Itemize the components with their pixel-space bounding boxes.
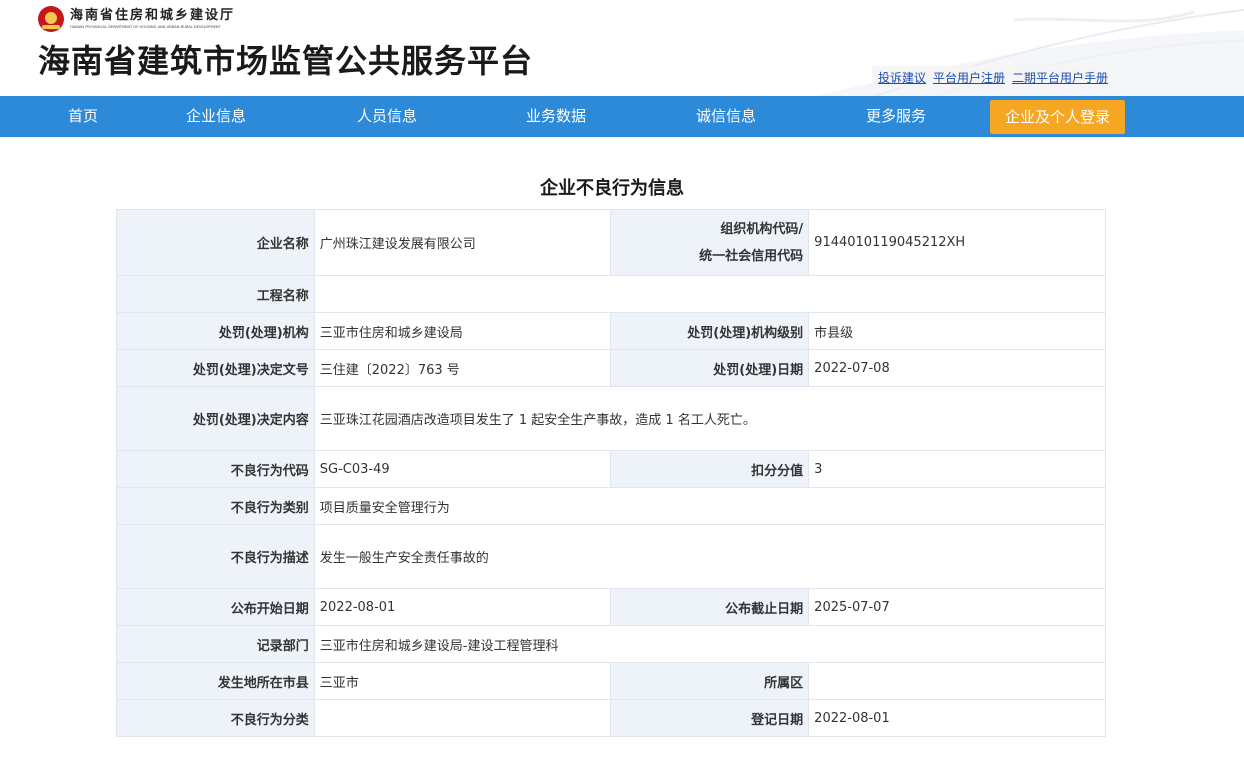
deduction-value: 3	[808, 450, 1106, 488]
district-value	[808, 662, 1106, 700]
decision-no-value: 三住建〔2022〕763 号	[313, 349, 612, 387]
department-brand: 海南省住房和城乡建设厅 HAINAN PROVINCIAL DEPARTMENT…	[38, 6, 238, 32]
top-links: 投诉建议 平台用户注册 二期平台用户手册	[872, 66, 1115, 88]
nav-home[interactable]: 首页	[52, 96, 114, 137]
decision-no-label: 处罚(处理)决定文号	[116, 349, 315, 387]
city-label: 发生地所在市县	[116, 662, 315, 700]
register-date-label: 登记日期	[610, 699, 810, 737]
record-dept-value: 三亚市住房和城乡建设局-建设工程管理科	[313, 625, 1107, 663]
behavior-category-value: 项目质量安全管理行为	[313, 487, 1107, 525]
behavior-category-label: 不良行为类别	[116, 487, 315, 525]
manual-link[interactable]: 二期平台用户手册	[1012, 69, 1108, 86]
company-name-value: 广州珠江建设发展有限公司	[313, 209, 612, 276]
table-row: 记录部门 三亚市住房和城乡建设局-建设工程管理科	[116, 625, 1107, 663]
district-label: 所属区	[610, 662, 810, 700]
table-row: 不良行为类别 项目质量安全管理行为	[116, 487, 1107, 525]
project-name-value	[313, 275, 1107, 313]
nav-more[interactable]: 更多服务	[856, 96, 936, 137]
register-date-value: 2022-08-01	[808, 699, 1106, 737]
table-row: 处罚(处理)决定内容 三亚珠江花园酒店改造项目发生了 1 起安全生产事故，造成 …	[116, 386, 1107, 451]
table-row: 处罚(处理)机构 三亚市住房和城乡建设局 处罚(处理)机构级别 市县级	[116, 312, 1106, 350]
national-emblem-icon	[38, 6, 64, 32]
decision-content-label: 处罚(处理)决定内容	[116, 386, 315, 451]
page-title: 企业不良行为信息	[540, 178, 684, 199]
penalty-date-value: 2022-07-08	[808, 349, 1106, 387]
org-code-label-line2: 统一社会信用代码	[699, 248, 804, 264]
table-row: 不良行为分类 登记日期 2022-08-01	[116, 699, 1106, 737]
org-code-label-line1: 组织机构代码/	[720, 221, 804, 237]
publish-start-value: 2022-08-01	[313, 588, 612, 626]
decision-content-value: 三亚珠江花园酒店改造项目发生了 1 起安全生产事故，造成 1 名工人死亡。	[313, 386, 1107, 451]
table-row: 工程名称	[116, 275, 1107, 313]
register-link[interactable]: 平台用户注册	[933, 69, 1005, 86]
nav-credit[interactable]: 诚信信息	[686, 96, 766, 137]
site-header: 海南省住房和城乡建设厅 HAINAN PROVINCIAL DEPARTMENT…	[0, 0, 1244, 96]
table-row: 企业名称 广州珠江建设发展有限公司 组织机构代码/ 统一社会信用代码 91440…	[116, 209, 1106, 276]
org-code-label: 组织机构代码/ 统一社会信用代码	[610, 209, 810, 276]
penalty-org-level-label: 处罚(处理)机构级别	[610, 312, 810, 350]
penalty-org-level-value: 市县级	[808, 312, 1106, 350]
nav-business-data[interactable]: 业务数据	[516, 96, 596, 137]
bad-behavior-table: 企业名称 广州珠江建设发展有限公司 组织机构代码/ 统一社会信用代码 91440…	[116, 209, 1107, 737]
record-dept-label: 记录部门	[116, 625, 315, 663]
behavior-desc-label: 不良行为描述	[116, 524, 315, 589]
city-value: 三亚市	[313, 662, 612, 700]
behavior-class-value	[313, 699, 612, 737]
penalty-org-value: 三亚市住房和城乡建设局	[313, 312, 612, 350]
table-row: 公布开始日期 2022-08-01 公布截止日期 2025-07-07	[116, 588, 1106, 626]
publish-end-value: 2025-07-07	[808, 588, 1106, 626]
behavior-code-label: 不良行为代码	[116, 450, 315, 488]
table-row: 不良行为代码 SG-C03-49 扣分分值 3	[116, 450, 1106, 488]
login-button[interactable]: 企业及个人登录	[990, 100, 1125, 134]
org-code-value: 9144010119045212XH	[808, 209, 1106, 276]
behavior-class-label: 不良行为分类	[116, 699, 315, 737]
table-row: 发生地所在市县 三亚市 所属区	[116, 662, 1106, 700]
company-name-label: 企业名称	[116, 209, 315, 276]
nav-enterprise[interactable]: 企业信息	[176, 96, 256, 137]
behavior-code-value: SG-C03-49	[313, 450, 612, 488]
table-row: 不良行为描述 发生一般生产安全责任事故的	[116, 524, 1107, 589]
publish-end-label: 公布截止日期	[610, 588, 810, 626]
nav-personnel[interactable]: 人员信息	[347, 96, 427, 137]
department-name-en: HAINAN PROVINCIAL DEPARTMENT OF HOUSING …	[70, 24, 221, 29]
site-title: 海南省建筑市场监管公共服务平台	[38, 42, 534, 80]
publish-start-label: 公布开始日期	[116, 588, 315, 626]
table-row: 处罚(处理)决定文号 三住建〔2022〕763 号 处罚(处理)日期 2022-…	[116, 349, 1106, 387]
department-name: 海南省住房和城乡建设厅	[70, 8, 236, 23]
deduction-label: 扣分分值	[610, 450, 810, 488]
complaint-link[interactable]: 投诉建议	[878, 69, 926, 86]
penalty-date-label: 处罚(处理)日期	[610, 349, 810, 387]
project-name-label: 工程名称	[116, 275, 315, 313]
behavior-desc-value: 发生一般生产安全责任事故的	[313, 524, 1107, 589]
penalty-org-label: 处罚(处理)机构	[116, 312, 315, 350]
